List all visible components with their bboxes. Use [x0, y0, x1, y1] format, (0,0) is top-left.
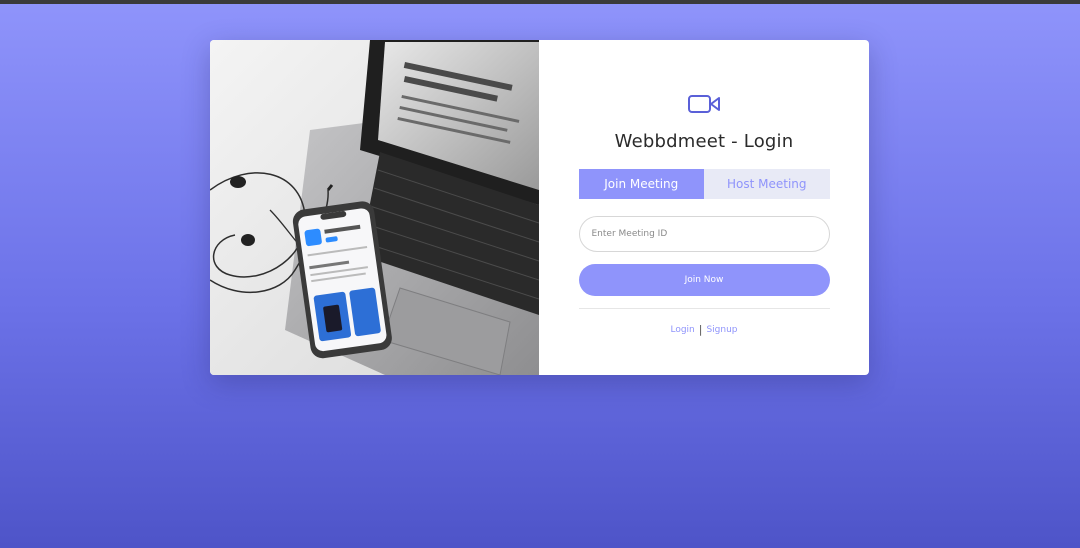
login-link[interactable]: Login — [670, 325, 694, 335]
page-title: Webbdmeet - Login — [614, 131, 794, 152]
mode-tabs: Join Meeting Host Meeting — [578, 169, 830, 199]
signup-link[interactable]: Signup — [706, 325, 737, 335]
auth-links: Login | Signup — [670, 323, 737, 336]
login-card: Webbdmeet - Login Join Meeting Host Meet… — [210, 40, 869, 375]
browser-top-strip — [0, 0, 1080, 4]
meeting-id-input[interactable] — [578, 216, 830, 252]
divider — [578, 308, 830, 309]
tab-host-meeting[interactable]: Host Meeting — [704, 169, 830, 199]
join-now-button[interactable]: Join Now — [578, 264, 830, 296]
hero-photo — [210, 40, 539, 375]
video-camera-icon — [688, 95, 720, 113]
login-form: Webbdmeet - Login Join Meeting Host Meet… — [539, 40, 869, 375]
tab-join-meeting[interactable]: Join Meeting — [578, 169, 704, 199]
link-separator: | — [698, 323, 703, 336]
